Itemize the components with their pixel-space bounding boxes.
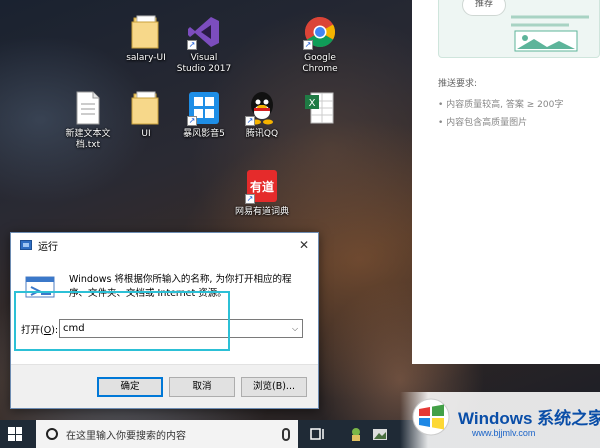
microphone-icon[interactable]	[282, 427, 290, 441]
run-icon	[25, 275, 57, 303]
open-input[interactable]	[60, 320, 288, 337]
shortcut-arrow-icon: ↗	[303, 40, 313, 50]
desktop-icon-salary-ui[interactable]: salary-UI	[114, 14, 178, 64]
desktop-icon-excel[interactable]: X	[288, 90, 352, 129]
windows-start-icon[interactable]	[8, 427, 22, 441]
youdao-icon: 有道 ↗	[245, 168, 279, 204]
desktop-icon-label: Google Chrome	[302, 53, 338, 74]
qq-icon: ↗	[245, 90, 279, 126]
task-view-icon[interactable]	[310, 426, 326, 442]
svg-text:X: X	[309, 98, 316, 109]
taskbar-photos-icon[interactable]	[372, 426, 388, 442]
search-placeholder: 在这里输入你要搜索的内容	[66, 430, 186, 442]
desktop-icon-qq[interactable]: ↗ 腾讯QQ	[230, 90, 294, 140]
recommend-pill: 推荐	[462, 0, 506, 16]
side-panel: 推荐 推送要求: • 内容质量较高, 答案 ≥ 200字 • 内容包含高质量图片	[412, 0, 600, 364]
desktop-icon-baofeng[interactable]: ↗ 暴风影音5	[172, 90, 236, 140]
open-label-end: ):	[51, 324, 59, 336]
open-row: 打开(O): ⌵	[21, 319, 311, 338]
taskbar-search-box[interactable]: 在这里输入你要搜索的内容	[36, 420, 298, 448]
requirement-item: • 内容包含高质量图片	[438, 118, 528, 128]
text-file-icon	[71, 90, 105, 126]
open-combobox[interactable]: ⌵	[59, 319, 303, 338]
open-label: 打开(O):	[21, 322, 59, 336]
open-label-text: 打开(	[21, 324, 44, 336]
watermark-brand: Windows 系统之家	[458, 409, 600, 428]
chevron-down-icon[interactable]: ⌵	[288, 324, 302, 334]
desktop-icon-label: Visual Studio 2017	[176, 53, 232, 74]
desktop-icon-label: 暴风影音5	[183, 129, 225, 139]
shortcut-arrow-icon: ↗	[187, 40, 197, 50]
chrome-icon: ↗	[303, 14, 337, 50]
visual-studio-icon: ↗	[187, 14, 221, 50]
desktop-icon-text-file[interactable]: 新建文本文 档.txt	[56, 90, 120, 151]
dialog-description: Windows 将根据你所输入的名称, 为你打开相应的程序、文件夹、文档或 In…	[25, 273, 305, 303]
desktop-icon-label: salary-UI	[126, 53, 166, 63]
run-dialog: 运行 ✕ Windows 将根据你所输入的名称, 为你打开相应的程序、文件夹、文…	[10, 232, 319, 409]
shortcut-arrow-icon: ↗	[245, 194, 255, 204]
close-button[interactable]: ✕	[290, 233, 318, 257]
windows-logo-icon	[412, 398, 450, 436]
excel-icon: X	[303, 90, 337, 126]
folder-icon	[129, 90, 163, 126]
desktop-icon-chrome[interactable]: ↗ Google Chrome	[288, 14, 352, 75]
dialog-button-bar: 确定 取消 浏览(B)...	[11, 364, 318, 408]
folder-icon	[129, 14, 163, 50]
baofeng-icon: ↗	[187, 90, 221, 126]
shortcut-arrow-icon: ↗	[245, 116, 255, 126]
desktop-icon-label: 网易有道词典	[234, 207, 289, 217]
requirement-item: • 内容质量较高, 答案 ≥ 200字	[438, 100, 564, 110]
desktop-icon-label: 腾讯QQ	[245, 129, 279, 139]
run-app-icon	[20, 240, 32, 250]
cortana-icon	[46, 428, 58, 440]
push-requirements-heading: 推送要求:	[438, 79, 478, 89]
shortcut-arrow-icon: ↗	[187, 116, 197, 126]
description-text: Windows 将根据你所输入的名称, 为你打开相应的程序、文件夹、文档或 In…	[69, 274, 292, 299]
cancel-button[interactable]: 取消	[169, 377, 235, 397]
svg-text:有道: 有道	[250, 179, 274, 194]
site-watermark: Windows 系统之家 www.bjjmlv.com	[400, 392, 600, 448]
dialog-title: 运行	[38, 241, 58, 253]
watermark-url: www.bjjmlv.com	[472, 428, 536, 438]
desktop-icon-label: UI	[141, 129, 151, 139]
ok-button[interactable]: 确定	[97, 377, 163, 397]
desktop-icon-label: 新建文本文 档.txt	[65, 129, 111, 150]
browse-button[interactable]: 浏览(B)...	[241, 377, 307, 397]
dialog-titlebar[interactable]: 运行 ✕	[11, 233, 318, 257]
desktop-icon-visual-studio[interactable]: ↗ Visual Studio 2017	[172, 14, 236, 75]
taskbar-app-icon[interactable]	[348, 426, 364, 442]
desktop-icon-youdao[interactable]: 有道 ↗ 网易有道词典	[230, 168, 294, 218]
desktop-icon-ui[interactable]: UI	[114, 90, 178, 140]
